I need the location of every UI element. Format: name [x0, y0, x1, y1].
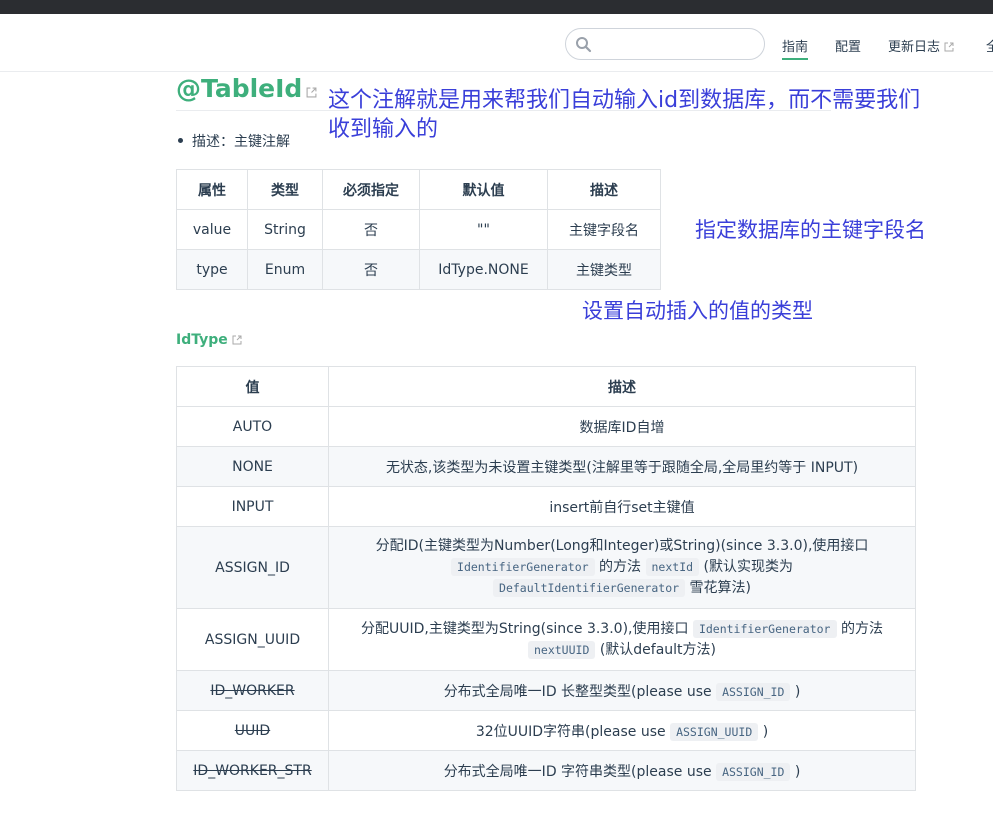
- cell-text: (默认实现类为: [703, 559, 793, 575]
- window-top-bar: [0, 0, 993, 14]
- nav-item-guide[interactable]: 指南: [782, 36, 809, 60]
- table-row: ASSIGN_ID 分配ID(主键类型为Number(Long和Integer)…: [176, 526, 916, 609]
- cell-text: 分配ID(主键类型为Number(Long和Integer)或String)(s…: [375, 538, 869, 554]
- cell-text: (默认default方法): [599, 641, 717, 658]
- table-header-cell: 类型: [247, 169, 323, 210]
- bullet-dot: [178, 138, 183, 143]
- table-header-cell: 描述: [547, 169, 661, 210]
- nav-item-changelog[interactable]: 更新日志: [888, 36, 954, 55]
- cell-text: 32位UUID字符串(please use: [475, 723, 666, 740]
- table-cell: ID_WORKER: [176, 670, 329, 711]
- external-link-icon: [944, 42, 954, 52]
- annotation-note-1-line-2: 收到输入的: [328, 117, 439, 142]
- idtype-link[interactable]: IdType: [176, 332, 242, 348]
- cell-text: 的方法: [840, 620, 883, 637]
- table-cell: 主键字段名: [547, 209, 661, 250]
- table-cell: ASSIGN_UUID: [176, 608, 329, 671]
- cell-text: ): [794, 683, 801, 700]
- table-row: ID_WORKER_STR 分布式全局唯一ID 字符串类型(please use…: [176, 750, 916, 791]
- table-cell: ASSIGN_ID: [176, 526, 329, 609]
- inline-code: ASSIGN_ID: [716, 762, 791, 781]
- table-row: type Enum 否 IdType.NONE 主键类型: [176, 249, 661, 290]
- cell-text: ): [762, 723, 769, 740]
- external-link-icon: [232, 335, 242, 345]
- annotation-note-2: 指定数据库的主键字段名: [695, 218, 926, 242]
- table-cell: insert前自行set主键值: [328, 486, 916, 527]
- idtype-link-label[interactable]: IdType: [176, 332, 228, 348]
- table-row: ASSIGN_UUID 分配UUID,主键类型为String(since 3.3…: [176, 608, 916, 671]
- table-row: ID_WORKER 分布式全局唯一ID 长整型类型(please use ASS…: [176, 670, 916, 711]
- cell-text: 分布式全局唯一ID 字符串类型(please use: [443, 763, 712, 780]
- inline-code: nextId: [645, 558, 700, 576]
- search-input[interactable]: [565, 28, 765, 60]
- nav-item-changelog-label: 更新日志: [888, 40, 941, 55]
- table-row: NONE 无状态,该类型为未设置主键类型(注解里等于跟随全局,全局里约等于 IN…: [176, 446, 916, 487]
- table-cell: 32位UUID字符串(please use ASSIGN_UUID ): [328, 710, 916, 751]
- table-cell: 分配ID(主键类型为Number(Long和Integer)或String)(s…: [328, 526, 916, 609]
- cell-text: ): [794, 763, 801, 780]
- table-cell: 分布式全局唯一ID 长整型类型(please use ASSIGN_ID ): [328, 670, 916, 711]
- table-row: INPUT insert前自行set主键值: [176, 486, 916, 527]
- table-cell: 无状态,该类型为未设置主键类型(注解里等于跟随全局,全局里约等于 INPUT): [328, 446, 916, 487]
- description-bullet: 描述：主键注解: [178, 131, 290, 151]
- nav-item-more[interactable]: 全: [986, 36, 993, 55]
- nav-item-config[interactable]: 配置: [835, 36, 861, 55]
- inline-code: ASSIGN_UUID: [670, 722, 759, 741]
- inline-code: IdentifierGenerator: [451, 558, 595, 576]
- table-cell: 否: [322, 249, 420, 290]
- annotation-note-3: 设置自动插入的值的类型: [582, 299, 813, 323]
- annotation-note-1: 这个注解就是用来帮我们自动输入id到数据库，而不需要我们 收到输入的: [328, 86, 968, 144]
- inline-code: IdentifierGenerator: [692, 619, 837, 638]
- table-cell: NONE: [176, 446, 329, 487]
- annotation-note-1-line-1: 这个注解就是用来帮我们自动输入id到数据库，而不需要我们: [328, 88, 921, 113]
- table-cell: type: [176, 249, 248, 290]
- site-navbar: 指南 配置 更新日志 全: [0, 14, 993, 72]
- table-header-row: 属性 类型 必须指定 默认值 描述: [176, 169, 661, 210]
- table-header-row: 值 描述: [176, 366, 916, 407]
- table-row: value String 否 "" 主键字段名: [176, 209, 661, 250]
- table-row: UUID 32位UUID字符串(please use ASSIGN_UUID ): [176, 710, 916, 751]
- description-text: 描述：主键注解: [192, 134, 290, 150]
- inline-code: DefaultIdentifierGenerator: [493, 579, 686, 597]
- table-cell: 否: [322, 209, 420, 250]
- table-header-cell: 必须指定: [322, 169, 420, 210]
- table-cell: INPUT: [176, 486, 329, 527]
- idtype-table: 值 描述 AUTO 数据库ID自增 NONE 无状态,该类型为未设置主键类型(注…: [176, 366, 916, 791]
- inline-code: ASSIGN_ID: [716, 682, 791, 701]
- external-link-icon[interactable]: [306, 87, 317, 98]
- table-cell: 主键类型: [547, 249, 661, 290]
- cell-text: 分配UUID,主键类型为String(since 3.3.0),使用接口: [361, 620, 689, 637]
- table-header-cell: 默认值: [419, 169, 548, 210]
- table-cell: AUTO: [176, 406, 329, 447]
- attribute-table: 属性 类型 必须指定 默认值 描述 value String 否 "" 主键字段…: [176, 169, 661, 290]
- table-cell: ID_WORKER_STR: [176, 750, 329, 791]
- table-cell: String: [247, 209, 323, 250]
- table-cell: 分布式全局唯一ID 字符串类型(please use ASSIGN_ID ): [328, 750, 916, 791]
- inline-code: nextUUID: [527, 640, 596, 659]
- table-cell: 分配UUID,主键类型为String(since 3.3.0),使用接口 Ide…: [328, 608, 916, 671]
- table-header-cell: 描述: [328, 366, 916, 407]
- table-cell: "": [419, 209, 548, 250]
- table-row: AUTO 数据库ID自增: [176, 406, 916, 447]
- search-icon: [576, 37, 592, 53]
- table-cell: UUID: [176, 710, 329, 751]
- cell-text: 雪花算法): [689, 580, 751, 596]
- cell-text: 的方法: [599, 559, 642, 575]
- table-header-cell: 值: [176, 366, 329, 407]
- cell-text: 分布式全局唯一ID 长整型类型(please use: [443, 683, 712, 700]
- table-cell: IdType.NONE: [419, 249, 548, 290]
- table-cell: Enum: [247, 249, 323, 290]
- table-cell: 数据库ID自增: [328, 406, 916, 447]
- heading-title: @TableId: [176, 74, 303, 103]
- table-cell: value: [176, 209, 248, 250]
- table-header-cell: 属性: [176, 169, 248, 210]
